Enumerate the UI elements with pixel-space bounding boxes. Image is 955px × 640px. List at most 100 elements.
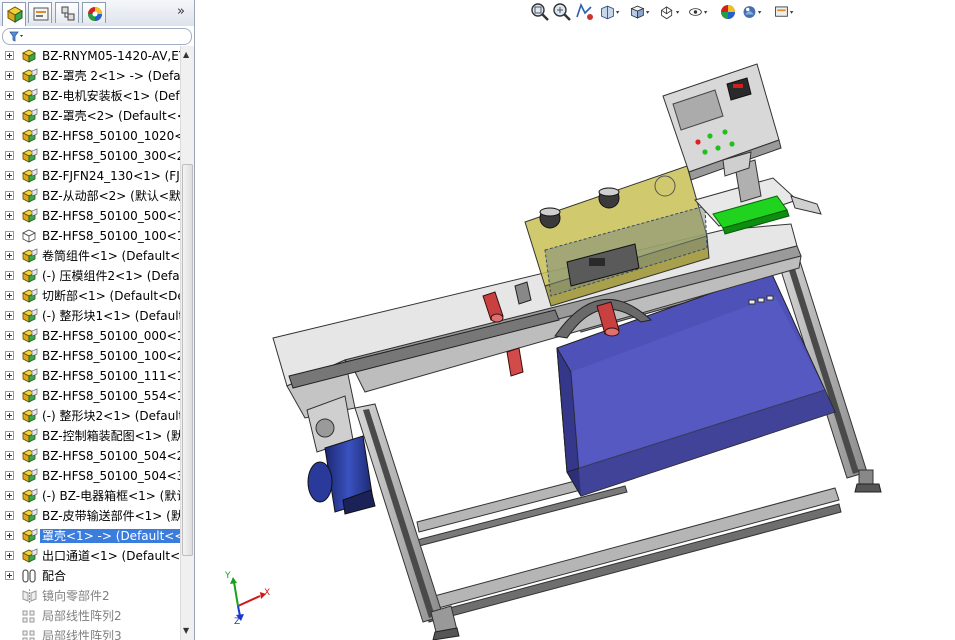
expand-icon[interactable] — [5, 311, 14, 320]
expand-icon[interactable] — [5, 291, 14, 300]
filter-input[interactable] — [2, 28, 192, 45]
configuration-manager-icon — [61, 6, 75, 21]
filter-icon — [9, 31, 23, 42]
expand-icon[interactable] — [5, 331, 14, 340]
feature-tree: BZ-RNYM05-1420-AV,EY BZ-罩壳 2<1> -> (Defau… — [0, 46, 180, 640]
tree-item[interactable]: 局部线性阵列2 — [0, 606, 180, 626]
tree-item[interactable]: BZ-从动部<2> (默认<默 — [0, 186, 180, 206]
assembly-model[interactable] — [195, 0, 955, 640]
part-outline-icon — [21, 228, 38, 244]
tree-item[interactable]: BZ-HFS8_50100_000<1> — [0, 326, 180, 346]
expand-icon[interactable] — [5, 391, 14, 400]
assembly-icon — [21, 488, 38, 504]
expand-icon[interactable] — [5, 251, 14, 260]
assembly-icon — [21, 388, 38, 404]
tree-item[interactable]: BZ-HFS8_50100_300<2> — [0, 146, 180, 166]
tree-item[interactable]: BZ-罩壳 2<1> -> (Defau — [0, 66, 180, 86]
tree-item-label: BZ-电机安装板<1> (Defa — [42, 89, 180, 103]
tree-item-label: BZ-HFS8_50100_100<2> — [42, 349, 180, 363]
expand-icon[interactable] — [5, 51, 14, 60]
tree-item[interactable]: BZ-RNYM05-1420-AV,EY — [0, 46, 180, 66]
expand-icon[interactable] — [5, 451, 14, 460]
expand-icon[interactable] — [5, 411, 14, 420]
scrollbar-thumb[interactable] — [182, 164, 193, 556]
tree-item[interactable]: 罩壳<1> -> (Default<<D — [0, 526, 180, 546]
tree-item-label: (-) BZ-电器箱框<1> (默认 — [42, 489, 180, 503]
tree-item-label: BZ-HFS8_50100_1020<1 — [42, 129, 180, 143]
tree-item-label: BZ-HFS8_50100_300<2> — [42, 149, 180, 163]
tree-item-label: BZ-HFS8_50100_504<2> — [42, 449, 180, 463]
tree-item[interactable]: (-) 整形块2<1> (Default — [0, 406, 180, 426]
tree-item[interactable]: BZ-FJFN24_130<1> (FJF — [0, 166, 180, 186]
tree-item[interactable]: 切断部<1> (Default<Def — [0, 286, 180, 306]
expand-icon[interactable] — [5, 191, 14, 200]
tree-item[interactable]: 卷筒组件<1> (Default<D — [0, 246, 180, 266]
assembly-icon — [21, 508, 38, 524]
tree-item[interactable]: BZ-HFS8_50100_1020<1 — [0, 126, 180, 146]
expand-icon[interactable] — [5, 491, 14, 500]
assembly-icon — [21, 548, 38, 564]
tree-item[interactable]: 出口通道<1> (Default<< — [0, 546, 180, 566]
scroll-up-icon[interactable]: ▲ — [183, 50, 189, 59]
expand-icon[interactable] — [5, 131, 14, 140]
tree-item-label: BZ-控制箱装配图<1> (默 — [42, 429, 180, 443]
tree-item[interactable]: 配合 — [0, 566, 180, 586]
scroll-down-icon[interactable]: ▼ — [183, 626, 189, 635]
tree-item-label: BZ-HFS8_50100_000<1> — [42, 329, 180, 343]
expand-icon[interactable] — [5, 271, 14, 280]
tree-item[interactable]: BZ-罩壳<2> (Default<< — [0, 106, 180, 126]
expand-icon[interactable] — [5, 571, 14, 580]
expand-icon[interactable] — [5, 431, 14, 440]
expand-icon[interactable] — [5, 211, 14, 220]
expand-icon[interactable] — [5, 111, 14, 120]
expand-icon[interactable] — [5, 471, 14, 480]
tree-item[interactable]: BZ-皮带输送部件<1> (默 — [0, 506, 180, 526]
assembly-icon — [21, 288, 38, 304]
expand-icon[interactable] — [5, 231, 14, 240]
tree-item[interactable]: BZ-HFS8_50100_100<1> — [0, 226, 180, 246]
assembly-icon — [21, 88, 38, 104]
expand-icon[interactable] — [5, 91, 14, 100]
assembly-icon — [21, 188, 38, 204]
expand-icon[interactable] — [5, 551, 14, 560]
expand-icon[interactable] — [5, 531, 14, 540]
tree-item-label: BZ-罩壳<2> (Default<< — [42, 109, 180, 123]
assembly-icon — [21, 468, 38, 484]
tree-item-label: 局部线性阵列2 — [42, 609, 122, 623]
tree-item[interactable]: BZ-控制箱装配图<1> (默 — [0, 426, 180, 446]
tree-item-label: BZ-罩壳 2<1> -> (Defau — [42, 69, 180, 83]
expand-icon[interactable] — [5, 371, 14, 380]
tree-item[interactable]: (-) 整形块1<1> (Default — [0, 306, 180, 326]
graphics-viewport[interactable]: X Y Z — [195, 0, 955, 640]
assembly-icon — [21, 308, 38, 324]
tree-item-label: BZ-HFS8_50100_111<1> — [42, 369, 180, 383]
expand-icon[interactable] — [5, 511, 14, 520]
tree-item[interactable]: 镜向零部件2 — [0, 586, 180, 606]
tree-item[interactable]: BZ-HFS8_50100_504<3> — [0, 466, 180, 486]
tree-item[interactable]: BZ-电机安装板<1> (Defa — [0, 86, 180, 106]
tab-feature-manager[interactable] — [2, 2, 26, 26]
expand-icon[interactable] — [5, 71, 14, 80]
expand-icon[interactable] — [5, 151, 14, 160]
tree-item-label: BZ-HFS8_50100_504<3> — [42, 469, 180, 483]
tree-scrollbar[interactable]: ▲ ▼ — [180, 46, 194, 640]
x-axis-label: X — [264, 588, 270, 598]
tree-item[interactable]: BZ-HFS8_50100_504<2> — [0, 446, 180, 466]
assembly-icon — [21, 128, 38, 144]
expand-icon[interactable] — [5, 171, 14, 180]
tree-item[interactable]: BZ-HFS8_50100_100<2> — [0, 346, 180, 366]
tab-appearance-manager[interactable] — [82, 2, 106, 23]
z-axis-label: Z — [234, 617, 240, 624]
tree-item[interactable]: (-) 压模组件2<1> (Defau — [0, 266, 180, 286]
tree-item[interactable]: BZ-HFS8_50100_111<1> — [0, 366, 180, 386]
assembly-icon — [21, 168, 38, 184]
expand-icon[interactable] — [5, 351, 14, 360]
tree-item[interactable]: (-) BZ-电器箱框<1> (默认 — [0, 486, 180, 506]
more-tabs-chevron[interactable]: » — [177, 4, 185, 19]
pattern-icon — [21, 608, 38, 624]
tree-item[interactable]: 局部线性阵列3 — [0, 626, 180, 640]
tab-configuration-manager[interactable] — [55, 2, 79, 23]
tree-item[interactable]: BZ-HFS8_50100_554<1> — [0, 386, 180, 406]
tab-property-manager[interactable] — [28, 2, 52, 23]
tree-item[interactable]: BZ-HFS8_50100_500<1> — [0, 206, 180, 226]
